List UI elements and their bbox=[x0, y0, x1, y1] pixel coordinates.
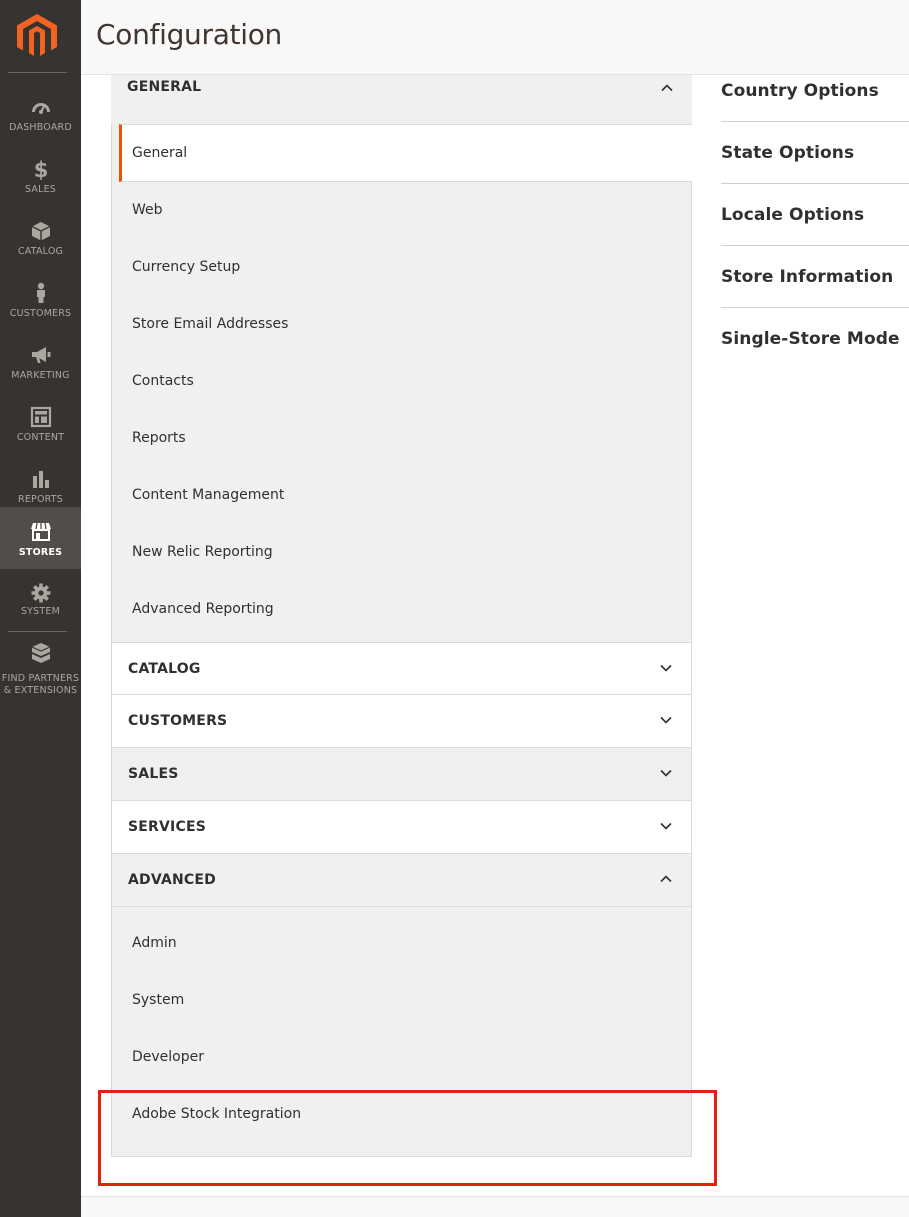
chevron-up-icon bbox=[661, 84, 673, 92]
magento-logo-icon[interactable] bbox=[17, 14, 57, 58]
section-customers-header[interactable]: CUSTOMERS bbox=[111, 695, 692, 748]
gear-icon bbox=[31, 583, 50, 603]
dashboard-icon bbox=[31, 103, 50, 114]
sidebar-item-label: DASHBOARD bbox=[9, 122, 72, 133]
sidebar-item-label: CONTENT bbox=[16, 432, 65, 443]
section-services-header[interactable]: SERVICES bbox=[111, 801, 692, 854]
sidebar-item-stores[interactable]: STORES bbox=[0, 507, 81, 569]
sidebar-item-content[interactable]: CONTENT bbox=[0, 392, 81, 454]
tab-contacts[interactable]: Contacts bbox=[112, 353, 691, 410]
tab-system[interactable]: System bbox=[112, 972, 691, 1029]
sidebar-divider bbox=[8, 631, 67, 632]
tab-general[interactable]: General bbox=[119, 124, 692, 182]
option-label: Single-Store Mode bbox=[721, 329, 900, 349]
sidebar-item-find-partners[interactable]: FIND PARTNERS & EXTENSIONS bbox=[0, 634, 81, 706]
sidebar-item-label: REPORTS bbox=[18, 494, 63, 505]
tab-store-email-addresses[interactable]: Store Email Addresses bbox=[112, 296, 691, 353]
section-title: CATALOG bbox=[128, 661, 201, 677]
chevron-up-icon bbox=[660, 875, 672, 883]
config-tabs-panel: GENERAL General Web Currency Setup Store… bbox=[111, 75, 692, 1157]
section-advanced-header[interactable]: ADVANCED bbox=[111, 854, 692, 907]
chevron-down-icon bbox=[660, 769, 672, 777]
section-title: GENERAL bbox=[127, 79, 202, 95]
megaphone-icon bbox=[31, 347, 50, 363]
section-title: SALES bbox=[128, 766, 179, 782]
tab-label: Advanced Reporting bbox=[132, 601, 274, 617]
tab-label: Store Email Addresses bbox=[132, 316, 289, 332]
option-label: Country Options bbox=[721, 81, 879, 101]
box-icon bbox=[31, 222, 50, 241]
tab-web[interactable]: Web bbox=[112, 182, 691, 239]
blocks-icon bbox=[31, 643, 50, 663]
page-title: Configuration bbox=[96, 18, 282, 51]
sidebar-item-label-line1: FIND PARTNERS bbox=[1, 673, 80, 684]
tab-label: Currency Setup bbox=[132, 259, 241, 275]
chevron-down-icon bbox=[660, 822, 672, 830]
tab-label: Reports bbox=[132, 430, 186, 446]
option-single-store-mode[interactable]: Single-Store Mode bbox=[721, 308, 909, 370]
option-label: Locale Options bbox=[721, 205, 865, 225]
tab-label: General bbox=[132, 145, 188, 161]
sidebar-item-sales[interactable]: $ SALES bbox=[0, 144, 81, 206]
sidebar-item-label: CUSTOMERS bbox=[9, 308, 72, 319]
tab-reports[interactable]: Reports bbox=[112, 410, 691, 467]
tab-label: New Relic Reporting bbox=[132, 544, 273, 560]
chevron-down-icon bbox=[660, 716, 672, 724]
sidebar-divider bbox=[8, 72, 67, 73]
sidebar-item-label: STORES bbox=[18, 547, 63, 558]
sidebar-item-label: SYSTEM bbox=[20, 606, 61, 617]
option-store-information[interactable]: Store Information bbox=[721, 246, 909, 308]
person-icon bbox=[36, 282, 45, 303]
section-general-header[interactable]: GENERAL bbox=[111, 75, 692, 124]
tab-advanced-reporting[interactable]: Advanced Reporting bbox=[112, 581, 691, 642]
bar-chart-icon bbox=[32, 471, 49, 488]
tab-new-relic-reporting[interactable]: New Relic Reporting bbox=[112, 524, 691, 581]
dollar-icon: $ bbox=[33, 158, 48, 180]
sidebar-item-label-line2: & EXTENSIONS bbox=[3, 685, 78, 696]
tab-label: Contacts bbox=[132, 373, 194, 389]
sidebar-item-label: FIND PARTNERS & EXTENSIONS bbox=[0, 673, 81, 697]
option-label: State Options bbox=[721, 143, 855, 163]
admin-sidebar: DASHBOARD $ SALES CATALOG CUSTOMERS MARK… bbox=[0, 0, 81, 1217]
tab-developer[interactable]: Developer bbox=[112, 1029, 691, 1086]
sidebar-item-label: CATALOG bbox=[17, 246, 64, 257]
store-icon bbox=[30, 522, 51, 541]
highlight-box bbox=[98, 1090, 717, 1186]
tab-admin[interactable]: Admin bbox=[112, 915, 691, 972]
tab-label: Developer bbox=[132, 1049, 205, 1065]
option-label: Store Information bbox=[721, 267, 894, 287]
chevron-down-icon bbox=[660, 664, 672, 672]
section-title: CUSTOMERS bbox=[128, 713, 228, 729]
section-catalog-header[interactable]: CATALOG bbox=[111, 642, 692, 695]
option-locale-options[interactable]: Locale Options bbox=[721, 184, 909, 246]
sidebar-item-dashboard[interactable]: DASHBOARD bbox=[0, 82, 81, 144]
tab-label: Web bbox=[132, 202, 163, 218]
tab-currency-setup[interactable]: Currency Setup bbox=[112, 239, 691, 296]
page-footer bbox=[81, 1196, 909, 1217]
section-title: ADVANCED bbox=[128, 872, 216, 888]
svg-text:$: $ bbox=[33, 158, 48, 180]
option-state-options[interactable]: State Options bbox=[721, 122, 909, 184]
option-country-options[interactable]: Country Options bbox=[721, 60, 909, 122]
section-title: SERVICES bbox=[128, 819, 206, 835]
section-sales-header[interactable]: SALES bbox=[111, 748, 692, 801]
sidebar-item-customers[interactable]: CUSTOMERS bbox=[0, 268, 81, 330]
sidebar-item-label: SALES bbox=[24, 184, 57, 195]
sidebar-item-label: MARKETING bbox=[11, 370, 70, 381]
sidebar-item-catalog[interactable]: CATALOG bbox=[0, 206, 81, 268]
section-general-items: General Web Currency Setup Store Email A… bbox=[111, 124, 692, 642]
section-options-list: Country Options State Options Locale Opt… bbox=[721, 60, 909, 370]
tab-label: Content Management bbox=[132, 487, 285, 503]
layout-icon bbox=[30, 406, 51, 428]
tab-label: System bbox=[132, 992, 185, 1008]
tab-label: Admin bbox=[132, 935, 177, 951]
sidebar-item-marketing[interactable]: MARKETING bbox=[0, 330, 81, 392]
tab-content-management[interactable]: Content Management bbox=[112, 467, 691, 524]
